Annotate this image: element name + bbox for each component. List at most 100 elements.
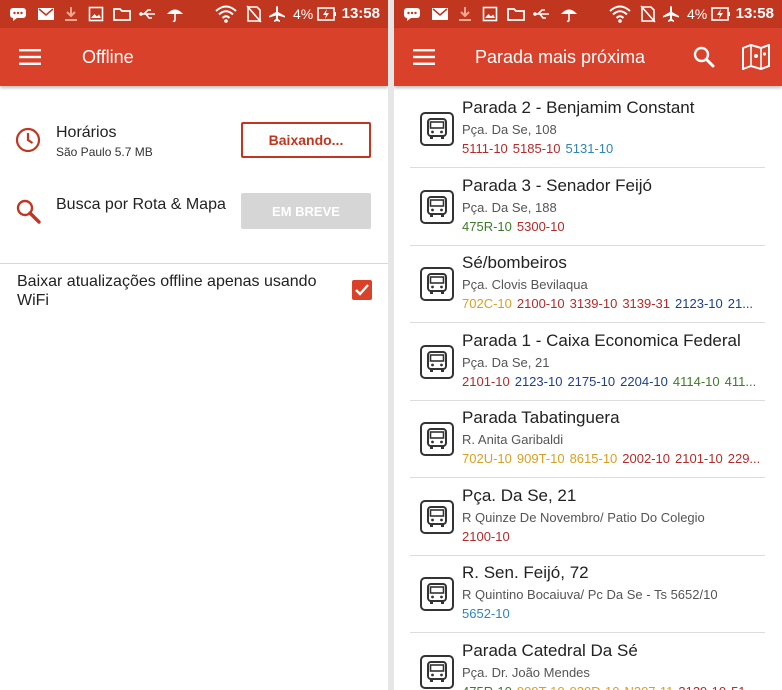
download-icon [455, 4, 475, 24]
map-icon[interactable] [739, 42, 773, 72]
bus-icon [420, 189, 454, 224]
bus-icon [420, 267, 454, 301]
route-code: 5185-10 [512, 141, 561, 156]
route-code: 2123-10 [514, 373, 563, 389]
image-icon [86, 4, 106, 24]
umbrella-icon [165, 4, 185, 24]
route-code: 4114-10 [672, 373, 720, 389]
stop-name: Parada Tabatinguera [462, 408, 620, 427]
route-code: 5300-10 [516, 218, 565, 234]
stop-name: Pça. Da Se, 21 [462, 485, 577, 505]
bus-icon [420, 654, 454, 689]
stop-item[interactable]: Pça. Da Se, 21 R Quinze De Novembro/ Pati… [410, 478, 765, 556]
stop-routes: 702U-10 909T-10 8615-10 2002-10 2101-10 229..… [462, 451, 765, 466]
clock-time: 13:58 [341, 5, 380, 22]
stop-address: Pça. Dr. João Mendes [462, 664, 590, 680]
stop-routes: 702C-10 2100-10 3139-10 3139-31 2123-10 21... [462, 296, 765, 311]
no-sim-icon [638, 4, 658, 24]
battery-percent: 4% [293, 6, 314, 22]
stop-item[interactable]: Parada Catedral Da Sé Pça. Dr. João Mende… [410, 633, 765, 690]
stop-routes: 5652-10 [462, 606, 765, 621]
stop-name: Sé/bombeiros [462, 253, 567, 272]
folder-icon [506, 4, 526, 24]
stop-address: Pça. Da Se, 108 [462, 122, 557, 137]
route-code: 2100-10 [462, 528, 510, 544]
stop-address: Pça. Da Se, 188 [462, 199, 557, 215]
route-code: 920D-10 [570, 684, 620, 690]
wifi-only-checkbox[interactable] [352, 280, 372, 300]
route-search-title: Busca por Rota & Mapa [56, 196, 226, 213]
stop-item[interactable]: R. Sen. Feijó, 72 R Quintino Bocaiuva/ Pc… [410, 555, 765, 633]
menu-icon[interactable] [408, 43, 440, 71]
route-code: 475R-10 [462, 218, 512, 234]
stop-routes: 2100-10 [462, 529, 765, 544]
battery-charging-icon [711, 4, 731, 24]
route-code: 51... [731, 684, 756, 690]
offline-screen: 4% 13:58 Offline Horários São Paulo 5.7 … [0, 0, 388, 690]
app-bar: Offline [0, 28, 388, 86]
route-code: 229... [727, 451, 761, 466]
bus-icon [420, 112, 454, 146]
wifi-icon [214, 4, 238, 24]
stop-item[interactable]: Parada 1 - Caixa Economica Federal Pça. D… [410, 323, 765, 401]
download-button[interactable]: Baixando... [241, 122, 371, 158]
route-code: 2101-10 [462, 373, 510, 389]
stop-routes: 475R-10 5300-10 [462, 219, 765, 234]
stop-name: Parada 1 - Caixa Economica Federal [462, 330, 741, 350]
nearest-stop-screen: 4% 13:58 Parada mais próxima Parada 2 - … [394, 0, 782, 690]
folder-icon [112, 4, 132, 24]
stop-name: Parada Catedral Da Sé [462, 640, 638, 660]
route-code: 8615-10 [569, 451, 618, 466]
image-icon [480, 4, 500, 24]
route-code: 909T-10 [517, 684, 565, 690]
status-bar: 4% 13:58 [0, 0, 388, 28]
chat-icon [8, 4, 28, 24]
route-code: 702U-10 [462, 451, 512, 466]
stop-item[interactable]: Parada 2 - Benjamim Constant Pça. Da Se, … [410, 90, 765, 168]
wifi-only-label: Baixar atualizações offline apenas usand… [17, 273, 317, 309]
stop-routes: 5111-10 5185-10 5131-10 [462, 141, 765, 156]
search-icon [14, 198, 42, 226]
route-code: 2100-10 [516, 296, 565, 311]
clock-icon [14, 126, 42, 154]
schedules-subtitle: São Paulo 5.7 MB [56, 145, 153, 159]
bus-icon [420, 422, 454, 456]
route-code: 3139-31 [622, 296, 671, 311]
chat-icon [402, 4, 422, 24]
stop-name: R. Sen. Feijó, 72 [462, 563, 589, 582]
airplane-icon [661, 4, 681, 24]
stop-item[interactable]: Sé/bombeiros Pça. Clovis Bevilaqua 702C-10… [410, 245, 765, 323]
route-code: 5111-10 [462, 141, 508, 156]
umbrella-icon [559, 4, 579, 24]
stop-address: R. Anita Garibaldi [462, 432, 564, 447]
divider [0, 263, 388, 264]
schedules-title: Horários [56, 124, 117, 141]
stop-address: Pça. Clovis Bevilaqua [462, 277, 588, 292]
stop-address: R Quintino Bocaiuva/ Pc Da Se - Ts 5652/… [462, 587, 718, 602]
airplane-icon [267, 4, 287, 24]
stop-name: Parada 2 - Benjamim Constant [462, 98, 695, 117]
download-icon [61, 4, 81, 24]
search-icon[interactable] [689, 42, 719, 72]
coming-soon-button: EM BREVE [241, 193, 371, 229]
battery-charging-icon [317, 4, 337, 24]
route-code: 3139-10 [569, 296, 618, 311]
mail-icon [36, 4, 56, 24]
route-code: 21... [727, 296, 754, 311]
route-code: 411... [724, 373, 757, 389]
route-code: 909T-10 [516, 451, 565, 466]
route-code: 2101-10 [675, 451, 723, 466]
usb-icon [138, 4, 158, 24]
stop-address: Pça. Da Se, 21 [462, 354, 550, 370]
route-code: 2175-10 [567, 373, 616, 389]
menu-icon[interactable] [14, 43, 46, 71]
stop-item[interactable]: Parada 3 - Senador Feijó Pça. Da Se, 188 4… [410, 168, 765, 246]
route-code: 2002-10 [622, 451, 671, 466]
route-code: 702C-10 [462, 296, 512, 311]
battery-percent: 4% [687, 6, 708, 22]
stop-item[interactable]: Parada Tabatinguera R. Anita Garibaldi 702… [410, 400, 765, 478]
route-code: 2123-10 [675, 296, 723, 311]
bus-icon [420, 344, 454, 379]
route-code: 475R-10 [462, 684, 512, 690]
route-code: 5131-10 [565, 141, 614, 156]
